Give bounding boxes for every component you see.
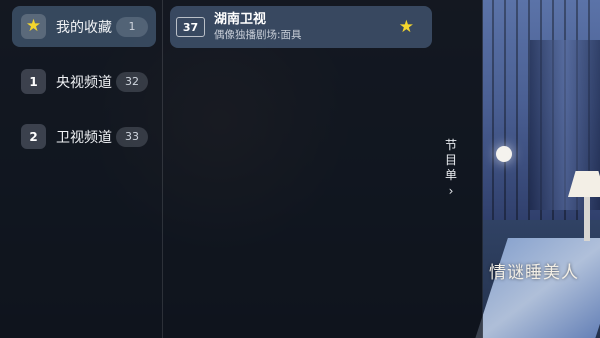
category-label: 央视频道 [56, 74, 112, 91]
channel-menu-overlay: ★ 我的收藏 1 1 央视频道 32 2 卫视频道 33 37 湖南卫视 偶像独… [0, 0, 483, 338]
show-logo: 情谜睡美人 [489, 263, 579, 283]
category-count: 32 [116, 71, 148, 92]
category-list: ★ 我的收藏 1 1 央视频道 32 2 卫视频道 33 [12, 6, 156, 171]
category-label: 我的收藏 [56, 19, 112, 36]
star-icon: ★ [21, 14, 46, 39]
schedule-tab-char: 目 [444, 153, 457, 167]
category-favorites[interactable]: ★ 我的收藏 1 [12, 6, 156, 47]
category-satellite[interactable]: 2 卫视频道 33 [12, 116, 156, 157]
channel-text: 湖南卫视 偶像独播剧场:面具 [214, 12, 302, 43]
category-cctv[interactable]: 1 央视频道 32 [12, 61, 156, 102]
channel-program: 偶像独播剧场:面具 [214, 28, 302, 41]
channel-item[interactable]: 37 湖南卫视 偶像独播剧场:面具 ★ [170, 6, 432, 48]
panel-divider [162, 0, 163, 338]
category-index-badge: 2 [21, 124, 46, 149]
category-count: 1 [116, 16, 148, 37]
background-lamp-orb [496, 146, 512, 162]
chevron-right-icon: › [448, 184, 454, 198]
schedule-tab-char: 单 [444, 168, 457, 182]
category-count: 33 [116, 126, 148, 147]
background-lamp-base [584, 197, 590, 241]
channel-list: 37 湖南卫视 偶像独播剧场:面具 ★ [170, 6, 432, 48]
category-index-badge: 1 [21, 69, 46, 94]
favorite-star-icon[interactable]: ★ [399, 17, 414, 37]
schedule-tab[interactable]: 节 目 单 › [442, 138, 460, 199]
channel-name: 湖南卫视 [214, 11, 267, 27]
schedule-tab-char: 节 [444, 138, 457, 152]
channel-number: 37 [176, 17, 205, 37]
category-label: 卫视频道 [56, 129, 112, 146]
